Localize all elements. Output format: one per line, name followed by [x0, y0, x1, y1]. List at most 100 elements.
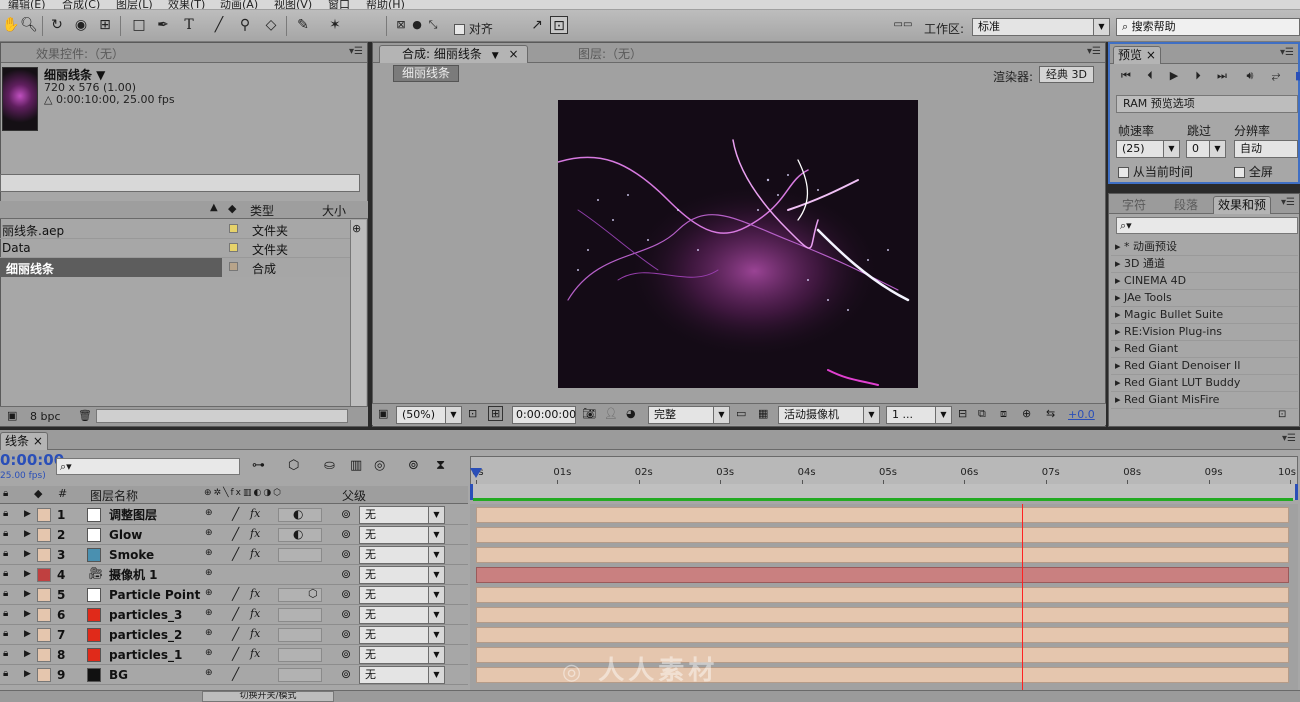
- lock-icon[interactable]: 🔒︎: [3, 648, 8, 659]
- parent-select[interactable]: 无 ▼: [359, 586, 445, 604]
- layer-name[interactable]: particles_3: [109, 605, 182, 625]
- shy-switch-icon[interactable]: ⊕: [205, 648, 213, 658]
- parent-select[interactable]: 无 ▼: [359, 526, 445, 544]
- timeline-search-input[interactable]: ⌕▾: [56, 458, 240, 475]
- play-icon[interactable]: ▶: [1166, 69, 1182, 83]
- flowchart-icon[interactable]: ⊕: [352, 222, 361, 235]
- quality-switch-icon[interactable]: ╱: [232, 527, 239, 541]
- current-time-indicator[interactable]: [1022, 504, 1023, 692]
- comp-breadcrumb[interactable]: 细丽线条: [393, 65, 460, 82]
- views-select[interactable]: 1 ... ▼: [886, 406, 952, 424]
- draft-3d-icon[interactable]: ⬡: [288, 458, 299, 473]
- quality-switch-icon[interactable]: ╱: [232, 627, 239, 641]
- effects-search-input[interactable]: ⌕▾: [1116, 217, 1298, 234]
- work-area-icon[interactable]: ⧗: [436, 458, 445, 473]
- exposure-value[interactable]: +0.0: [1068, 408, 1095, 421]
- expand-arrow-icon[interactable]: ▶: [24, 629, 31, 639]
- quality-switch-icon[interactable]: ╱: [232, 547, 239, 561]
- layer-duration-bar[interactable]: [476, 607, 1289, 623]
- switch-cells[interactable]: [278, 648, 322, 662]
- switch-cells[interactable]: [278, 548, 322, 562]
- ram-preview-icon[interactable]: ▮: [1290, 69, 1300, 83]
- label-color-swatch[interactable]: [37, 588, 51, 602]
- adjustment-layer-icon[interactable]: ◐: [293, 527, 303, 541]
- menu-animation[interactable]: 动画(A): [220, 0, 258, 9]
- column-size[interactable]: 大小: [322, 202, 346, 219]
- bpc-label[interactable]: 8 bpc: [30, 410, 61, 423]
- project-vertical-scrollbar[interactable]: [350, 220, 366, 406]
- show-snapshot-icon[interactable]: 👤︎: [604, 407, 618, 420]
- snap-expand-icon[interactable]: ↗: [528, 16, 546, 34]
- parent-select[interactable]: 无 ▼: [359, 506, 445, 524]
- menu-help[interactable]: 帮助(H): [366, 0, 405, 9]
- label-tag-icon[interactable]: ◆: [228, 202, 236, 215]
- rotate-tool-icon[interactable]: ↻: [48, 16, 66, 34]
- camera-select[interactable]: 活动摄像机 ▼: [778, 406, 880, 424]
- lock-icon[interactable]: 🔒︎: [3, 548, 8, 559]
- effect-category[interactable]: ▸ Magic Bullet Suite: [1111, 307, 1298, 324]
- project-search-input[interactable]: [0, 174, 360, 192]
- layer-name[interactable]: particles_1: [109, 645, 182, 665]
- sort-arrow-icon[interactable]: ▲: [210, 202, 218, 213]
- region-of-interest-icon[interactable]: ▭: [736, 407, 746, 420]
- fx-switch-icon[interactable]: fx: [250, 507, 260, 520]
- pen-tool-icon[interactable]: ✒: [154, 16, 172, 34]
- hand-tool-icon[interactable]: ✋: [2, 16, 20, 34]
- pick-whip-icon[interactable]: ⊚: [341, 567, 351, 581]
- graph-editor-icon[interactable]: ⊚: [408, 458, 419, 473]
- effect-category[interactable]: ▸ CINEMA 4D: [1111, 273, 1298, 290]
- effect-category[interactable]: ▸ Red Giant LUT Buddy: [1111, 375, 1298, 392]
- expand-arrow-icon[interactable]: ▶: [24, 669, 31, 679]
- layer-duration-bar[interactable]: [476, 527, 1289, 543]
- brush-tool-icon[interactable]: ╱: [210, 16, 228, 34]
- search-help-input[interactable]: ⌕ 搜索帮助: [1116, 18, 1300, 36]
- panel-menu-icon[interactable]: ▾☰: [1280, 47, 1294, 58]
- workspace-select[interactable]: 标准 ▼: [972, 18, 1110, 36]
- zoom-select[interactable]: (50%) ▼: [396, 406, 462, 424]
- title-safe-icon[interactable]: ⊞: [488, 406, 504, 421]
- channel-icon[interactable]: ◕: [626, 407, 636, 420]
- expand-arrow-icon[interactable]: ▶: [24, 609, 31, 619]
- quality-switch-icon[interactable]: ╱: [232, 507, 239, 521]
- quality-switch-icon[interactable]: ╱: [232, 587, 239, 601]
- pick-whip-icon[interactable]: ⊚: [341, 587, 351, 601]
- panel-menu-icon[interactable]: ▾☰: [1281, 197, 1295, 208]
- layer-row[interactable]: 🔒︎ ▶ 7 particles_2 ⊕ ╱ fx ⊚ 无 ▼: [0, 625, 468, 645]
- label-tag-icon[interactable]: ◆: [34, 487, 42, 500]
- tab-character[interactable]: 字符: [1113, 196, 1155, 214]
- shy-switch-icon[interactable]: ⊕: [205, 528, 213, 538]
- layer-name[interactable]: Glow: [109, 525, 142, 545]
- fullscreen-toggle[interactable]: 全屏: [1234, 163, 1273, 180]
- label-color-swatch[interactable]: [229, 224, 238, 233]
- effect-category[interactable]: ▸ * 动画预设: [1111, 239, 1298, 256]
- parent-select[interactable]: 无 ▼: [359, 666, 445, 684]
- effect-category[interactable]: ▸ Red Giant Denoiser II: [1111, 358, 1298, 375]
- shy-switch-icon[interactable]: ⊕: [205, 568, 213, 578]
- ram-preview-options[interactable]: RAM 预览选项: [1116, 95, 1298, 113]
- layer-name[interactable]: particles_2: [109, 625, 182, 645]
- switch-cells[interactable]: [278, 668, 322, 682]
- layer-name[interactable]: 摄像机 1: [109, 565, 158, 585]
- layer-row[interactable]: 🔒︎ ▶ 1 调整图层 ⊕ ╱ fx ◐ ⊚ 无 ▼: [0, 505, 468, 525]
- project-row-selected[interactable]: 细丽线条 合成: [0, 258, 350, 277]
- quality-switch-icon[interactable]: ╱: [232, 607, 239, 621]
- layer-duration-bar[interactable]: [476, 547, 1289, 563]
- layer-duration-bar[interactable]: [476, 587, 1289, 603]
- text-tool-icon[interactable]: T: [180, 16, 198, 34]
- lock-icon[interactable]: 🔒︎: [3, 608, 8, 619]
- zoom-tool-icon[interactable]: 🔍︎: [20, 16, 38, 34]
- skip-select[interactable]: 0 ▼: [1186, 140, 1226, 158]
- parent-select[interactable]: 无 ▼: [359, 646, 445, 664]
- column-parent[interactable]: 父级: [342, 487, 366, 504]
- effect-category[interactable]: ▸ 3D 通道: [1111, 256, 1298, 273]
- tab-paragraph[interactable]: 段落: [1165, 196, 1207, 214]
- next-frame-icon[interactable]: ⏵: [1190, 69, 1206, 83]
- column-type[interactable]: 类型: [250, 202, 274, 219]
- tab-composition[interactable]: 合成: 细丽线条 ▼ ×: [379, 45, 528, 63]
- label-color-swatch[interactable]: [37, 508, 51, 522]
- 3d-layer-icon[interactable]: ⬡: [308, 587, 318, 600]
- menu-effect[interactable]: 效果(T): [168, 0, 205, 9]
- close-icon[interactable]: ×: [1146, 48, 1156, 62]
- shy-switch-icon[interactable]: ⊕: [205, 608, 213, 618]
- expand-arrow-icon[interactable]: ▶: [24, 549, 31, 559]
